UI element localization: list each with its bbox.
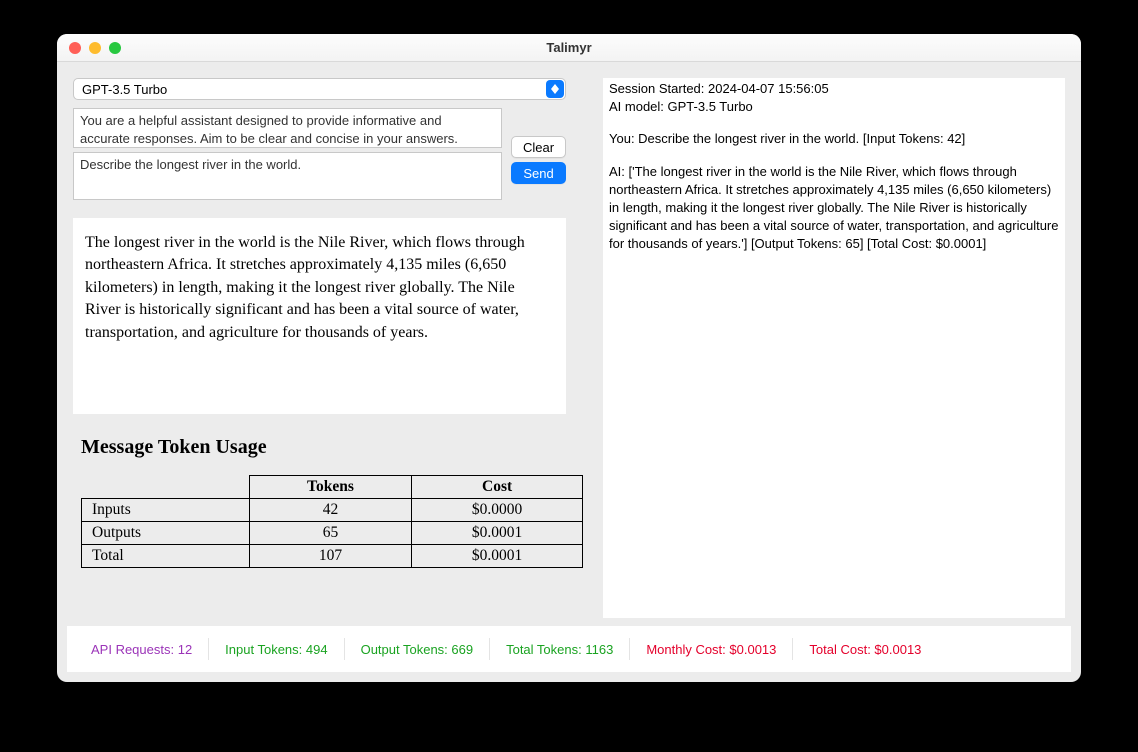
- model-select[interactable]: GPT-3.5 Turbo: [73, 78, 566, 100]
- send-button[interactable]: Send: [511, 162, 566, 184]
- minimize-icon[interactable]: [89, 42, 101, 54]
- col-cost: Cost: [412, 476, 583, 499]
- system-prompt-input[interactable]: [73, 108, 502, 148]
- user-prompt-input[interactable]: [73, 152, 502, 200]
- token-usage-table: Tokens Cost Inputs 42 $0.0000 Outputs 65…: [81, 475, 583, 568]
- status-monthly-cost: Monthly Cost: $0.0013: [630, 638, 793, 660]
- usage-heading: Message Token Usage: [81, 436, 583, 459]
- log-ai-line: AI: ['The longest river in the world is …: [609, 163, 1059, 254]
- clear-button[interactable]: Clear: [511, 136, 566, 158]
- close-icon[interactable]: [69, 42, 81, 54]
- status-output-tokens: Output Tokens: 669: [345, 638, 491, 660]
- titlebar: Talimyr: [57, 34, 1081, 62]
- status-bar: API Requests: 12 Input Tokens: 494 Outpu…: [67, 626, 1071, 672]
- model-select-value: GPT-3.5 Turbo: [82, 82, 167, 97]
- chevron-up-down-icon: [546, 80, 564, 98]
- status-api-requests: API Requests: 12: [75, 638, 209, 660]
- session-log[interactable]: Session Started: 2024-04-07 15:56:05 AI …: [603, 78, 1065, 618]
- status-total-cost: Total Cost: $0.0013: [793, 638, 937, 660]
- zoom-icon[interactable]: [109, 42, 121, 54]
- traffic-lights: [57, 42, 121, 54]
- status-input-tokens: Input Tokens: 494: [209, 638, 344, 660]
- table-row: Total 107 $0.0001: [82, 545, 583, 568]
- window-title: Talimyr: [57, 40, 1081, 55]
- table-row: Tokens Cost: [82, 476, 583, 499]
- response-output: The longest river in the world is the Ni…: [73, 218, 566, 414]
- status-total-tokens: Total Tokens: 1163: [490, 638, 630, 660]
- app-window: Talimyr GPT-3.5 Turbo Clear Send: [57, 34, 1081, 682]
- col-tokens: Tokens: [249, 476, 411, 499]
- log-user-line: You: Describe the longest river in the w…: [609, 130, 1059, 148]
- log-session-header: Session Started: 2024-04-07 15:56:05 AI …: [609, 80, 1059, 116]
- table-row: Inputs 42 $0.0000: [82, 499, 583, 522]
- table-row: Outputs 65 $0.0001: [82, 522, 583, 545]
